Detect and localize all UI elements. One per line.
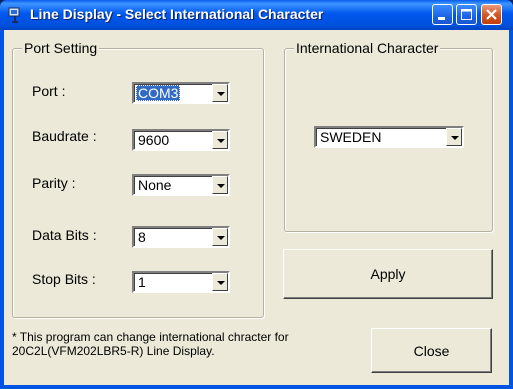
port-dropdown-button[interactable] bbox=[212, 84, 228, 102]
close-window-button[interactable] bbox=[481, 4, 502, 25]
stop-bits-dropdown-button[interactable] bbox=[212, 273, 228, 291]
data-bits-select[interactable]: 8 bbox=[132, 226, 230, 248]
maximize-icon bbox=[461, 9, 472, 20]
port-select[interactable]: COM3 bbox=[132, 82, 230, 104]
dialog-body: Port Setting Port : COM3 Baudrate : 9600… bbox=[4, 30, 509, 385]
chevron-down-icon bbox=[217, 139, 225, 143]
chevron-down-icon bbox=[217, 281, 225, 285]
international-character-dropdown-button[interactable] bbox=[446, 128, 462, 146]
port-value: COM3 bbox=[136, 85, 181, 101]
parity-label: Parity : bbox=[32, 175, 76, 191]
data-bits-dropdown-button[interactable] bbox=[212, 228, 228, 246]
chevron-down-icon bbox=[217, 92, 225, 96]
minimize-button[interactable] bbox=[432, 4, 453, 25]
port-setting-group-label: Port Setting bbox=[22, 40, 100, 56]
info-note-line-2: 20C2L(VFM202LBR5-R) Line Display. bbox=[12, 344, 215, 358]
international-character-select[interactable]: SWEDEN bbox=[314, 126, 464, 148]
stop-bits-value: 1 bbox=[138, 274, 146, 290]
stop-bits-select[interactable]: 1 bbox=[132, 271, 230, 293]
info-note: * This program can change international … bbox=[12, 330, 332, 358]
window-title: Line Display - Select International Char… bbox=[30, 6, 324, 22]
international-character-value: SWEDEN bbox=[320, 129, 382, 145]
baudrate-value: 9600 bbox=[138, 132, 170, 148]
port-label: Port : bbox=[32, 83, 66, 99]
parity-dropdown-button[interactable] bbox=[212, 176, 228, 194]
baudrate-select[interactable]: 9600 bbox=[132, 129, 230, 151]
stop-bits-label: Stop Bits : bbox=[32, 271, 96, 287]
close-icon bbox=[486, 9, 497, 20]
chevron-down-icon bbox=[217, 184, 225, 188]
info-note-line-1: * This program can change international … bbox=[12, 330, 289, 344]
chevron-down-icon bbox=[451, 136, 459, 140]
baudrate-label: Baudrate : bbox=[32, 128, 97, 144]
data-bits-label: Data Bits : bbox=[32, 227, 97, 243]
close-button[interactable]: Close bbox=[371, 328, 492, 373]
parity-value: None bbox=[138, 177, 172, 193]
chevron-down-icon bbox=[217, 236, 225, 240]
app-window: Line Display - Select International Char… bbox=[0, 0, 513, 389]
data-bits-value: 8 bbox=[138, 229, 146, 245]
international-character-group-label: International Character bbox=[294, 40, 441, 56]
app-icon bbox=[8, 7, 20, 23]
apply-button[interactable]: Apply bbox=[283, 249, 493, 299]
maximize-button[interactable] bbox=[456, 4, 477, 25]
parity-select[interactable]: None bbox=[132, 174, 230, 196]
minimize-icon bbox=[438, 17, 445, 20]
title-bar[interactable]: Line Display - Select International Char… bbox=[0, 0, 513, 30]
baudrate-dropdown-button[interactable] bbox=[212, 131, 228, 149]
